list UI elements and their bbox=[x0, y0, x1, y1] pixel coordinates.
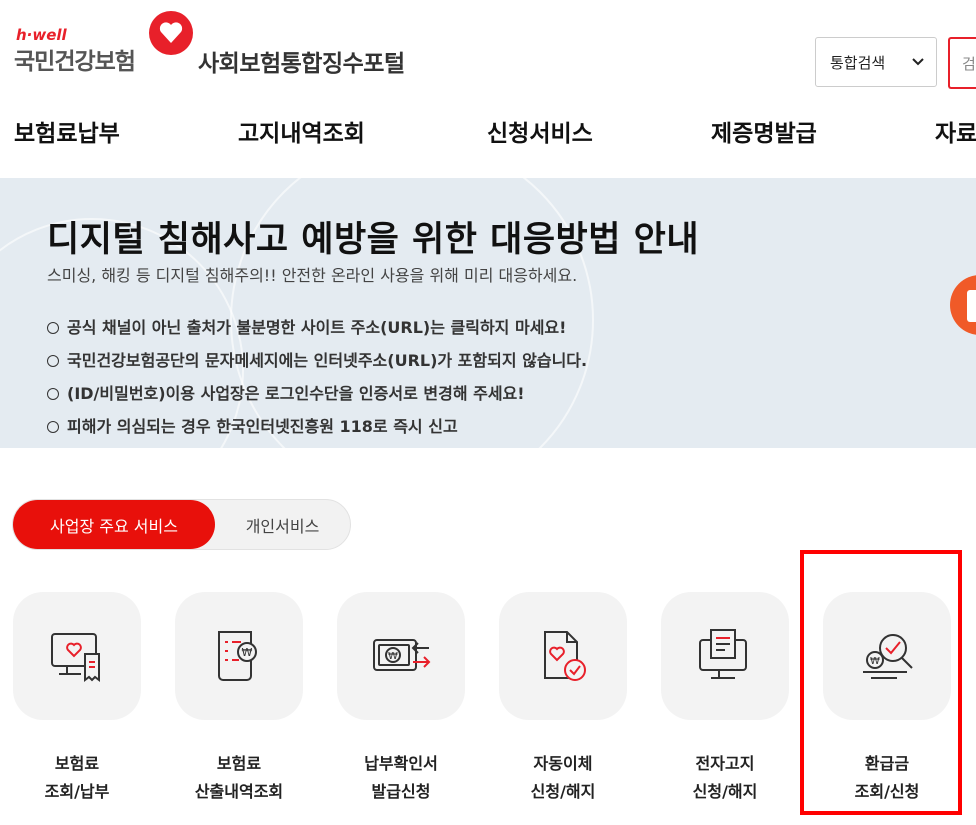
heart-logo-icon bbox=[149, 11, 193, 55]
service-payment-certificate[interactable]: ₩ 납부확인서 발급신청 bbox=[337, 592, 466, 801]
circle-bullet-icon bbox=[47, 355, 59, 367]
nav-item-application[interactable]: 신청서비스 bbox=[487, 114, 593, 148]
service-label: 전자고지 신청/해지 bbox=[692, 754, 758, 801]
circle-bullet-icon bbox=[47, 421, 59, 433]
monitor-notice-icon bbox=[699, 629, 747, 679]
tab-personal-services[interactable]: 개인서비스 bbox=[215, 500, 350, 549]
tab-business-services[interactable]: 사업장 주요 서비스 bbox=[13, 500, 215, 549]
service-icon-box bbox=[13, 592, 141, 720]
search-input[interactable]: 검 bbox=[948, 37, 976, 89]
banner-title: 디지털 침해사고 예방을 위한 대응방법 안내 bbox=[47, 220, 700, 260]
service-label: 자동이체 신청/해지 bbox=[530, 754, 596, 801]
nav-item-data[interactable]: 자료 bbox=[935, 114, 976, 148]
service-icon-box: ₩ bbox=[337, 592, 465, 720]
banner-badge-mark bbox=[967, 290, 976, 322]
service-e-notice[interactable]: 전자고지 신청/해지 bbox=[661, 592, 790, 801]
search-scope-select[interactable]: 통합검색 bbox=[815, 37, 937, 87]
security-notice-banner[interactable]: 디지털 침해사고 예방을 위한 대응방법 안내 스미싱, 해킹 등 디지털 침해… bbox=[0, 178, 976, 448]
card-transfer-icon: ₩ bbox=[373, 639, 431, 671]
banner-tip: (ID/비밀번호)이용 사업장은 로그인수단을 인증서로 변경해 주세요! bbox=[47, 380, 587, 413]
svg-text:₩: ₩ bbox=[388, 651, 398, 662]
service-label: 납부확인서 발급신청 bbox=[364, 754, 438, 801]
service-icon-box bbox=[499, 592, 627, 720]
portal-title[interactable]: 사회보험통합징수포털 bbox=[198, 44, 405, 78]
service-icon-box: ₩ bbox=[175, 592, 303, 720]
service-label: 보험료 산출내역조회 bbox=[194, 754, 284, 801]
banner-tips-list: 공식 채널이 아닌 출처가 불분명한 사이트 주소(URL)는 클릭하지 마세요… bbox=[47, 314, 587, 446]
nav-item-payment[interactable]: 보험료납부 bbox=[14, 114, 120, 148]
service-icon-box bbox=[661, 592, 789, 720]
circle-bullet-icon bbox=[47, 322, 59, 334]
document-won-icon: ₩ bbox=[218, 631, 257, 681]
search-scope-value: 통합검색 bbox=[830, 53, 886, 72]
nav-item-certificate[interactable]: 제증명발급 bbox=[711, 114, 817, 148]
banner-subtitle: 스미싱, 해킹 등 디지털 침해주의!! 안전한 온라인 사용을 위해 미리 대… bbox=[47, 266, 578, 285]
banner-tip: 피해가 의심되는 경우 한국인터넷진흥원 118로 즉시 신고 bbox=[47, 413, 587, 446]
main-nav: 보험료납부 고지내역조회 신청서비스 제증명발급 자료 bbox=[0, 114, 976, 150]
search-placeholder: 검 bbox=[962, 55, 976, 73]
service-premium-payment[interactable]: 보험료 조회/납부 bbox=[13, 592, 142, 801]
highlight-box bbox=[800, 550, 962, 815]
circle-bullet-icon bbox=[47, 388, 59, 400]
logo-main-text: 국민건강보험 bbox=[14, 49, 136, 75]
service-premium-calculation[interactable]: ₩ 보험료 산출내역조회 bbox=[175, 592, 304, 801]
service-auto-transfer[interactable]: 자동이체 신청/해지 bbox=[499, 592, 628, 801]
banner-tip: 공식 채널이 아닌 출처가 불분명한 사이트 주소(URL)는 클릭하지 마세요… bbox=[47, 314, 587, 347]
svg-text:₩: ₩ bbox=[242, 646, 253, 659]
monitor-receipt-icon bbox=[51, 633, 100, 682]
chevron-down-icon bbox=[912, 58, 924, 66]
service-tabs: 사업장 주요 서비스 개인서비스 bbox=[12, 499, 351, 550]
hwell-logo[interactable]: h·well 국민건강보험 bbox=[14, 11, 199, 76]
document-check-icon bbox=[544, 631, 586, 681]
nav-item-notice-history[interactable]: 고지내역조회 bbox=[238, 114, 365, 148]
banner-tip: 국민건강보험공단의 문자메세지에는 인터넷주소(URL)가 포함되지 않습니다. bbox=[47, 347, 587, 380]
service-label: 보험료 조회/납부 bbox=[44, 754, 110, 801]
